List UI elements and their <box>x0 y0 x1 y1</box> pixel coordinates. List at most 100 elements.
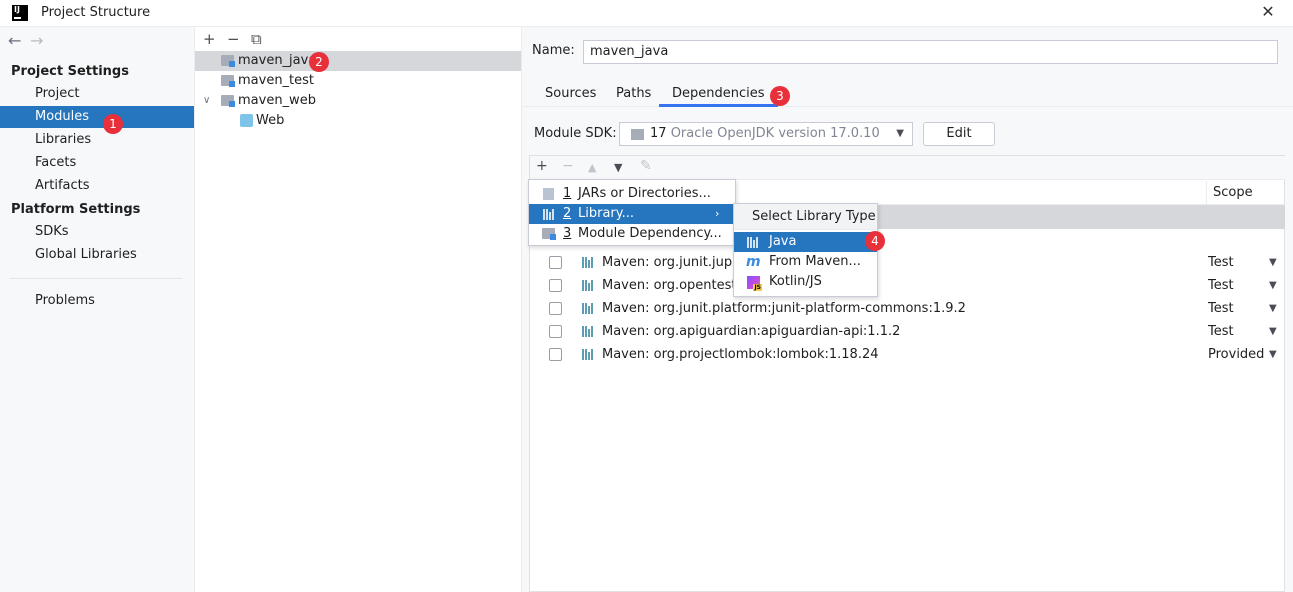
dependency-name: Maven: org.junit.platform:junit-platform… <box>602 301 966 316</box>
menu-item-jars-or-directories[interactable]: 1 JARs or Directories... <box>529 184 735 204</box>
project-settings-heading: Project Settings <box>11 64 129 79</box>
sidebar-item-project[interactable]: Project <box>0 83 194 105</box>
tree-item-label: maven_web <box>238 93 316 108</box>
sidebar-item-facets[interactable]: Facets <box>0 152 194 174</box>
dependency-scope[interactable]: Test <box>1208 251 1234 274</box>
kotlin-js-icon <box>747 276 762 291</box>
edit-pencil-icon[interactable]: ✎ <box>640 158 652 174</box>
library-icon <box>582 326 594 337</box>
tree-item-web-facet[interactable]: Web <box>195 111 521 131</box>
module-name-input[interactable]: maven_java <box>583 40 1278 64</box>
sidebar-divider <box>10 278 182 279</box>
sdk-version: 17 <box>650 126 667 141</box>
chevron-down-icon[interactable]: ▼ <box>1269 274 1277 297</box>
module-sdk-select[interactable]: 17 Oracle OpenJDK version 17.0.10 ▼ <box>619 122 913 146</box>
chevron-down-icon[interactable]: ▼ <box>1269 320 1277 343</box>
table-row[interactable]: Maven: org.opentest4j Test ▼ <box>530 274 1285 297</box>
intellij-app-icon: IJ <box>12 5 28 21</box>
menu-item-from-maven[interactable]: m From Maven... <box>734 252 877 272</box>
title-bar: IJ Project Structure ✕ <box>0 0 1293 27</box>
close-icon[interactable]: ✕ <box>1259 3 1277 21</box>
move-down-icon[interactable]: ▼ <box>614 161 622 174</box>
sidebar-item-problems[interactable]: Problems <box>0 290 194 312</box>
module-tabs: Sources Paths Dependencies 3 <box>522 82 1293 107</box>
menu-title: Select Library Type <box>734 204 877 230</box>
module-tree: + − ⧉ maven_java maven_test ∨ maven_web We… <box>195 27 522 592</box>
forward-arrow-icon[interactable]: → <box>30 31 52 50</box>
step-badge-1: 1 <box>103 114 123 134</box>
module-folder-icon <box>221 95 235 107</box>
back-arrow-icon[interactable]: ← <box>8 31 30 50</box>
chevron-down-icon[interactable]: ▼ <box>1269 297 1277 320</box>
library-icon <box>582 280 594 291</box>
remove-dependency-icon[interactable]: − <box>562 158 574 174</box>
table-row[interactable]: Maven: org.junit.platform:junit-platform… <box>530 297 1285 320</box>
library-icon <box>543 209 555 220</box>
web-facet-icon <box>240 114 253 127</box>
sdk-detail: Oracle OpenJDK version 17.0.10 <box>670 126 880 141</box>
export-checkbox[interactable] <box>549 256 562 269</box>
module-sdk-label: Module SDK: <box>534 126 617 141</box>
chevron-down-icon[interactable]: ▼ <box>1269 251 1277 274</box>
module-folder-icon <box>221 55 235 67</box>
export-checkbox[interactable] <box>549 302 562 315</box>
chevron-down-icon[interactable]: ▼ <box>1269 343 1277 366</box>
menu-item-module-dependency[interactable]: 3 Module Dependency... <box>529 224 735 244</box>
remove-module-icon[interactable]: − <box>227 30 251 48</box>
dependency-name: Maven: org.junit.jupiter <box>602 255 755 270</box>
chevron-down-icon: ▼ <box>896 128 904 139</box>
dependency-scope[interactable]: Provided <box>1208 343 1264 366</box>
dependency-scope[interactable]: Test <box>1208 274 1234 297</box>
library-icon <box>582 303 594 314</box>
export-checkbox[interactable] <box>549 279 562 292</box>
library-icon <box>582 257 594 268</box>
sidebar-item-global-libraries[interactable]: Global Libraries <box>0 244 194 266</box>
dependency-scope[interactable]: Test <box>1208 320 1234 343</box>
tab-sources[interactable]: Sources <box>545 85 596 107</box>
sidebar-item-artifacts[interactable]: Artifacts <box>0 175 194 197</box>
name-label: Name: <box>532 43 575 58</box>
sdk-folder-icon <box>631 129 644 140</box>
sidebar-item-sdks[interactable]: SDKs <box>0 221 194 243</box>
add-dependency-menu: 1 JARs or Directories... 2 Library... › … <box>528 179 736 246</box>
module-details-panel: Name: maven_java Sources Paths Dependenc… <box>522 27 1293 592</box>
step-badge-4: 4 <box>865 231 885 251</box>
menu-item-kotlin-js[interactable]: Kotlin/JS <box>734 272 877 292</box>
menu-item-label: Kotlin/JS <box>769 274 822 289</box>
library-icon <box>582 349 594 360</box>
window-title: Project Structure <box>41 5 151 20</box>
add-dependency-icon[interactable]: + <box>536 158 548 174</box>
menu-item-mnemonic: 1 <box>563 186 572 201</box>
table-row[interactable]: Maven: org.apiguardian:apiguardian-api:1… <box>530 320 1285 343</box>
step-badge-2: 2 <box>309 52 329 72</box>
sidebar-item-modules[interactable]: Modules <box>0 106 194 128</box>
move-up-icon[interactable]: ▲ <box>588 161 596 174</box>
tree-item-maven-web[interactable]: ∨ maven_web <box>195 91 521 111</box>
table-row[interactable]: Maven: org.junit.jupiter Test ▼ <box>530 251 1285 274</box>
table-row[interactable]: Maven: org.projectlombok:lombok:1.18.24 … <box>530 343 1285 366</box>
copy-module-icon[interactable]: ⧉ <box>251 30 275 48</box>
tab-paths[interactable]: Paths <box>616 85 651 107</box>
jar-icon <box>543 188 554 200</box>
menu-item-library[interactable]: 2 Library... › <box>529 204 735 224</box>
app-icon-label: IJ <box>14 5 20 14</box>
select-library-type-menu: Select Library Type Java m From Maven...… <box>733 203 878 297</box>
tree-item-maven-java[interactable]: maven_java <box>195 51 521 71</box>
module-folder-icon <box>221 75 235 87</box>
tree-item-maven-test[interactable]: maven_test <box>195 71 521 91</box>
tab-dependencies[interactable]: Dependencies <box>659 85 778 107</box>
add-module-icon[interactable]: + <box>203 30 227 48</box>
export-checkbox[interactable] <box>549 325 562 338</box>
export-checkbox[interactable] <box>549 348 562 361</box>
edit-sdk-button[interactable]: Edit <box>923 122 995 146</box>
java-library-icon <box>747 237 759 248</box>
tree-item-label: Web <box>256 113 285 128</box>
menu-item-java[interactable]: Java <box>734 232 877 252</box>
dependency-scope[interactable]: Test <box>1208 297 1234 320</box>
menu-item-mnemonic: 3 <box>563 226 572 241</box>
step-badge-3: 3 <box>770 86 790 106</box>
tree-item-label: maven_java <box>238 53 317 68</box>
chevron-down-icon[interactable]: ∨ <box>203 91 210 111</box>
submenu-arrow-icon: › <box>715 207 720 220</box>
sidebar-item-libraries[interactable]: Libraries <box>0 129 194 151</box>
